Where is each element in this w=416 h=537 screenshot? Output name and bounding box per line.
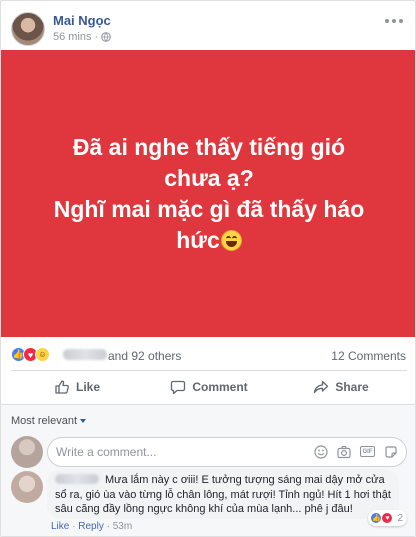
post-text-line1: Đã ai nghe thấy tiếng gió chưa ạ?: [72, 133, 346, 191]
post-background: Đã ai nghe thấy tiếng gió chưa ạ? Nghĩ m…: [1, 50, 415, 337]
author-name[interactable]: Mai Ngọc: [53, 13, 111, 28]
comment-icon: [171, 380, 186, 395]
action-bar: Like Comment Share: [11, 372, 407, 402]
blurred-commenter-name[interactable]: [55, 474, 99, 484]
post-time[interactable]: 56 mins: [53, 31, 92, 43]
comment-like-link[interactable]: Like: [51, 521, 69, 532]
reactions-summary[interactable]: 👍 ♥ ☺ and 92 others 12 Comments: [11, 345, 407, 365]
comment-sort-dropdown[interactable]: Most relevant: [11, 415, 87, 427]
post-header: Mai Ngọc 56 mins ·: [11, 9, 407, 49]
caret-down-icon: [80, 419, 87, 423]
comment-reply-link[interactable]: Reply: [78, 521, 104, 532]
comment-separator: ·: [106, 521, 110, 532]
reaction-icons[interactable]: 👍 ♥ ☺: [11, 347, 50, 362]
comment-label: Comment: [192, 380, 248, 394]
comment-input[interactable]: Write a comment... GIF: [47, 437, 407, 467]
comment-button[interactable]: Comment: [143, 372, 275, 402]
sort-label: Most relevant: [11, 415, 78, 427]
share-icon: [314, 380, 329, 394]
comment-time[interactable]: 53m: [113, 521, 132, 532]
post-card: Mai Ngọc 56 mins · Đã ai nghe thấy tiếng…: [0, 0, 416, 537]
like-button[interactable]: Like: [11, 372, 143, 402]
comment-input-icons: GIF: [314, 445, 398, 459]
sticker-icon[interactable]: [384, 445, 398, 459]
more-options-icon[interactable]: [385, 15, 403, 27]
haha-reaction-icon: ☺: [35, 347, 50, 362]
divider: [11, 370, 407, 371]
comment-text: Mưa lắm này c ơiii! E tưởng tượng sáng m…: [55, 474, 391, 515]
share-button[interactable]: Share: [275, 372, 407, 402]
comment-reactions[interactable]: 👍 ♥ 2: [368, 510, 407, 526]
reactions-others[interactable]: and 92 others: [108, 349, 181, 363]
thumbs-up-icon: [55, 380, 69, 394]
globe-icon[interactable]: [101, 32, 112, 42]
emoji-icon[interactable]: [314, 445, 328, 459]
camera-icon[interactable]: [337, 445, 351, 459]
comment-reaction-count: 2: [397, 512, 403, 524]
comment-actions: Like · Reply · 53m: [51, 521, 132, 532]
love-reaction-icon: ♥: [381, 512, 394, 524]
post-meta: 56 mins ·: [53, 31, 112, 43]
commenter-avatar[interactable]: [11, 471, 43, 503]
comment-input-placeholder: Write a comment...: [56, 445, 157, 459]
post-text: Đã ai nghe thấy tiếng gió chưa ạ? Nghĩ m…: [49, 132, 369, 256]
comment-separator: ·: [72, 521, 76, 532]
grinning-squinting-emoji-icon: [220, 229, 242, 251]
blurred-reactor-name: [63, 349, 107, 360]
share-label: Share: [335, 380, 369, 394]
comments-count[interactable]: 12 Comments: [331, 349, 406, 363]
post-text-line2: Nghĩ mai mặc gì đã thấy háo hức: [53, 195, 365, 253]
comments-section: Most relevant Write a comment... GIF Mưa…: [1, 405, 415, 536]
author-avatar[interactable]: [11, 12, 45, 46]
meta-separator: ·: [94, 31, 99, 43]
like-label: Like: [75, 380, 100, 394]
current-user-avatar: [11, 436, 43, 468]
gif-icon[interactable]: GIF: [360, 446, 375, 457]
comment-bubble: Mưa lắm này c ơiii! E tưởng tượng sáng m…: [47, 469, 399, 519]
